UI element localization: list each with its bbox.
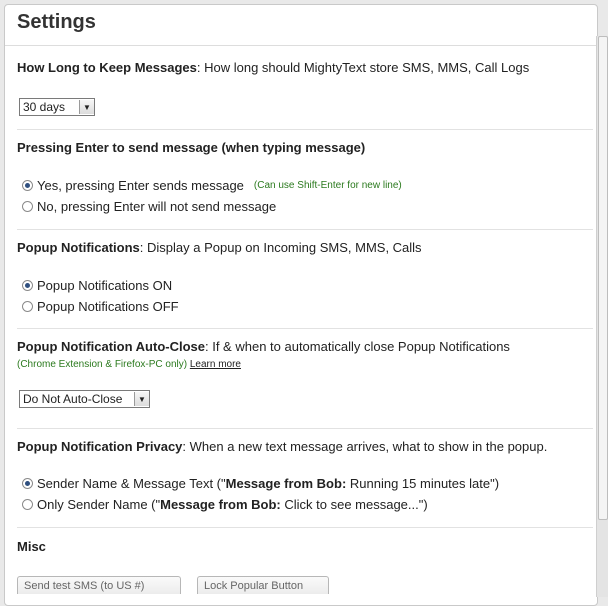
privacy-heading-bold: Popup Notification Privacy	[17, 439, 183, 454]
retention-section: How Long to Keep Messages: How long shou…	[17, 60, 593, 116]
autoclose-section: Popup Notification Auto-Close: If & when…	[17, 339, 593, 408]
popup-heading-bold: Popup Notifications	[17, 240, 140, 255]
radio-checked[interactable]	[22, 478, 33, 489]
autoclose-select-value: Do Not Auto-Close	[23, 392, 123, 406]
settings-panel: Settings How Long to Keep Messages: How …	[4, 4, 598, 606]
enter-section: Pressing Enter to send message (when typ…	[17, 140, 593, 217]
send-test-sms-button[interactable]: Send test SMS (to US #)	[17, 576, 181, 594]
autoclose-heading-text: : If & when to automatically close Popup…	[205, 339, 510, 354]
retention-heading-bold: How Long to Keep Messages	[17, 60, 197, 75]
misc-heading: Misc	[17, 539, 593, 555]
misc-heading-bold: Misc	[17, 539, 46, 554]
radio-checked[interactable]	[22, 280, 33, 291]
divider	[17, 428, 593, 429]
scrollbar-thumb[interactable]	[598, 36, 608, 520]
enter-option-no-label: No, pressing Enter will not send message	[37, 199, 277, 214]
privacy-option-full-post: Running 15 minutes late")	[346, 476, 500, 491]
privacy-section: Popup Notification Privacy: When a new t…	[17, 439, 593, 515]
enter-option-no[interactable]: No, pressing Enter will not send message	[17, 196, 593, 217]
popup-heading-text: : Display a Popup on Incoming SMS, MMS, …	[139, 240, 422, 255]
chevron-down-icon: ▼	[79, 100, 94, 114]
divider	[17, 328, 593, 329]
enter-heading: Pressing Enter to send message (when typ…	[17, 140, 593, 156]
learn-more-link[interactable]: Learn more	[190, 359, 241, 370]
privacy-option-name-post: Click to see message...")	[280, 497, 428, 512]
enter-option-yes-label: Yes, pressing Enter sends message	[37, 178, 244, 193]
retention-select-value: 30 days	[23, 100, 66, 114]
enter-heading-bold: Pressing Enter to send message (when typ…	[17, 140, 366, 155]
privacy-option-name-label: Only Sender Name ("Message from Bob: Cli…	[37, 497, 428, 512]
autoclose-note: (Chrome Extension & Firefox-PC only) Lea…	[17, 359, 593, 370]
privacy-heading: Popup Notification Privacy: When a new t…	[17, 439, 593, 455]
popup-section: Popup Notifications: Display a Popup on …	[17, 240, 593, 317]
privacy-option-name-pre: Only Sender Name ("	[37, 497, 161, 512]
popup-option-on-label: Popup Notifications ON	[37, 278, 173, 293]
divider	[5, 45, 597, 46]
popup-option-off-label: Popup Notifications OFF	[37, 299, 179, 314]
privacy-option-full-label: Sender Name & Message Text ("Message fro…	[37, 476, 499, 491]
radio-unchecked[interactable]	[22, 201, 33, 212]
autoclose-select[interactable]: Do Not Auto-Close ▼	[19, 390, 150, 408]
autoclose-heading-bold: Popup Notification Auto-Close	[17, 339, 205, 354]
privacy-option-name-bold: Message from Bob:	[160, 497, 281, 512]
privacy-heading-text: : When a new text message arrives, what …	[182, 439, 548, 454]
radio-checked[interactable]	[22, 180, 33, 191]
popup-option-off[interactable]: Popup Notifications OFF	[17, 296, 593, 317]
privacy-option-full-pre: Sender Name & Message Text ("	[37, 476, 226, 491]
radio-unchecked[interactable]	[22, 499, 33, 510]
scrollbar[interactable]	[596, 36, 608, 597]
enter-option-yes[interactable]: Yes, pressing Enter sends message (Can u…	[17, 175, 593, 196]
retention-select[interactable]: 30 days ▼	[19, 98, 95, 116]
autoclose-heading: Popup Notification Auto-Close: If & when…	[17, 339, 593, 355]
popup-heading: Popup Notifications: Display a Popup on …	[17, 240, 593, 256]
privacy-option-full-bold: Message from Bob:	[225, 476, 347, 491]
popup-option-on[interactable]: Popup Notifications ON	[17, 275, 593, 296]
chevron-down-icon: ▼	[134, 392, 149, 406]
privacy-option-name[interactable]: Only Sender Name ("Message from Bob: Cli…	[17, 494, 593, 515]
privacy-option-full[interactable]: Sender Name & Message Text ("Message fro…	[17, 473, 593, 494]
autoclose-note-text: (Chrome Extension & Firefox-PC only)	[17, 359, 188, 370]
enter-option-yes-hint: (Can use Shift-Enter for new line)	[253, 180, 402, 191]
divider	[17, 129, 593, 130]
retention-heading-text: : How long should MightyText store SMS, …	[196, 60, 530, 75]
retention-heading: How Long to Keep Messages: How long shou…	[17, 60, 593, 76]
divider	[17, 229, 593, 230]
page-title: Settings	[17, 11, 96, 33]
misc-section: Misc	[17, 539, 593, 555]
lock-popular-button[interactable]: Lock Popular Button	[197, 576, 329, 594]
radio-unchecked[interactable]	[22, 301, 33, 312]
divider	[17, 527, 593, 528]
